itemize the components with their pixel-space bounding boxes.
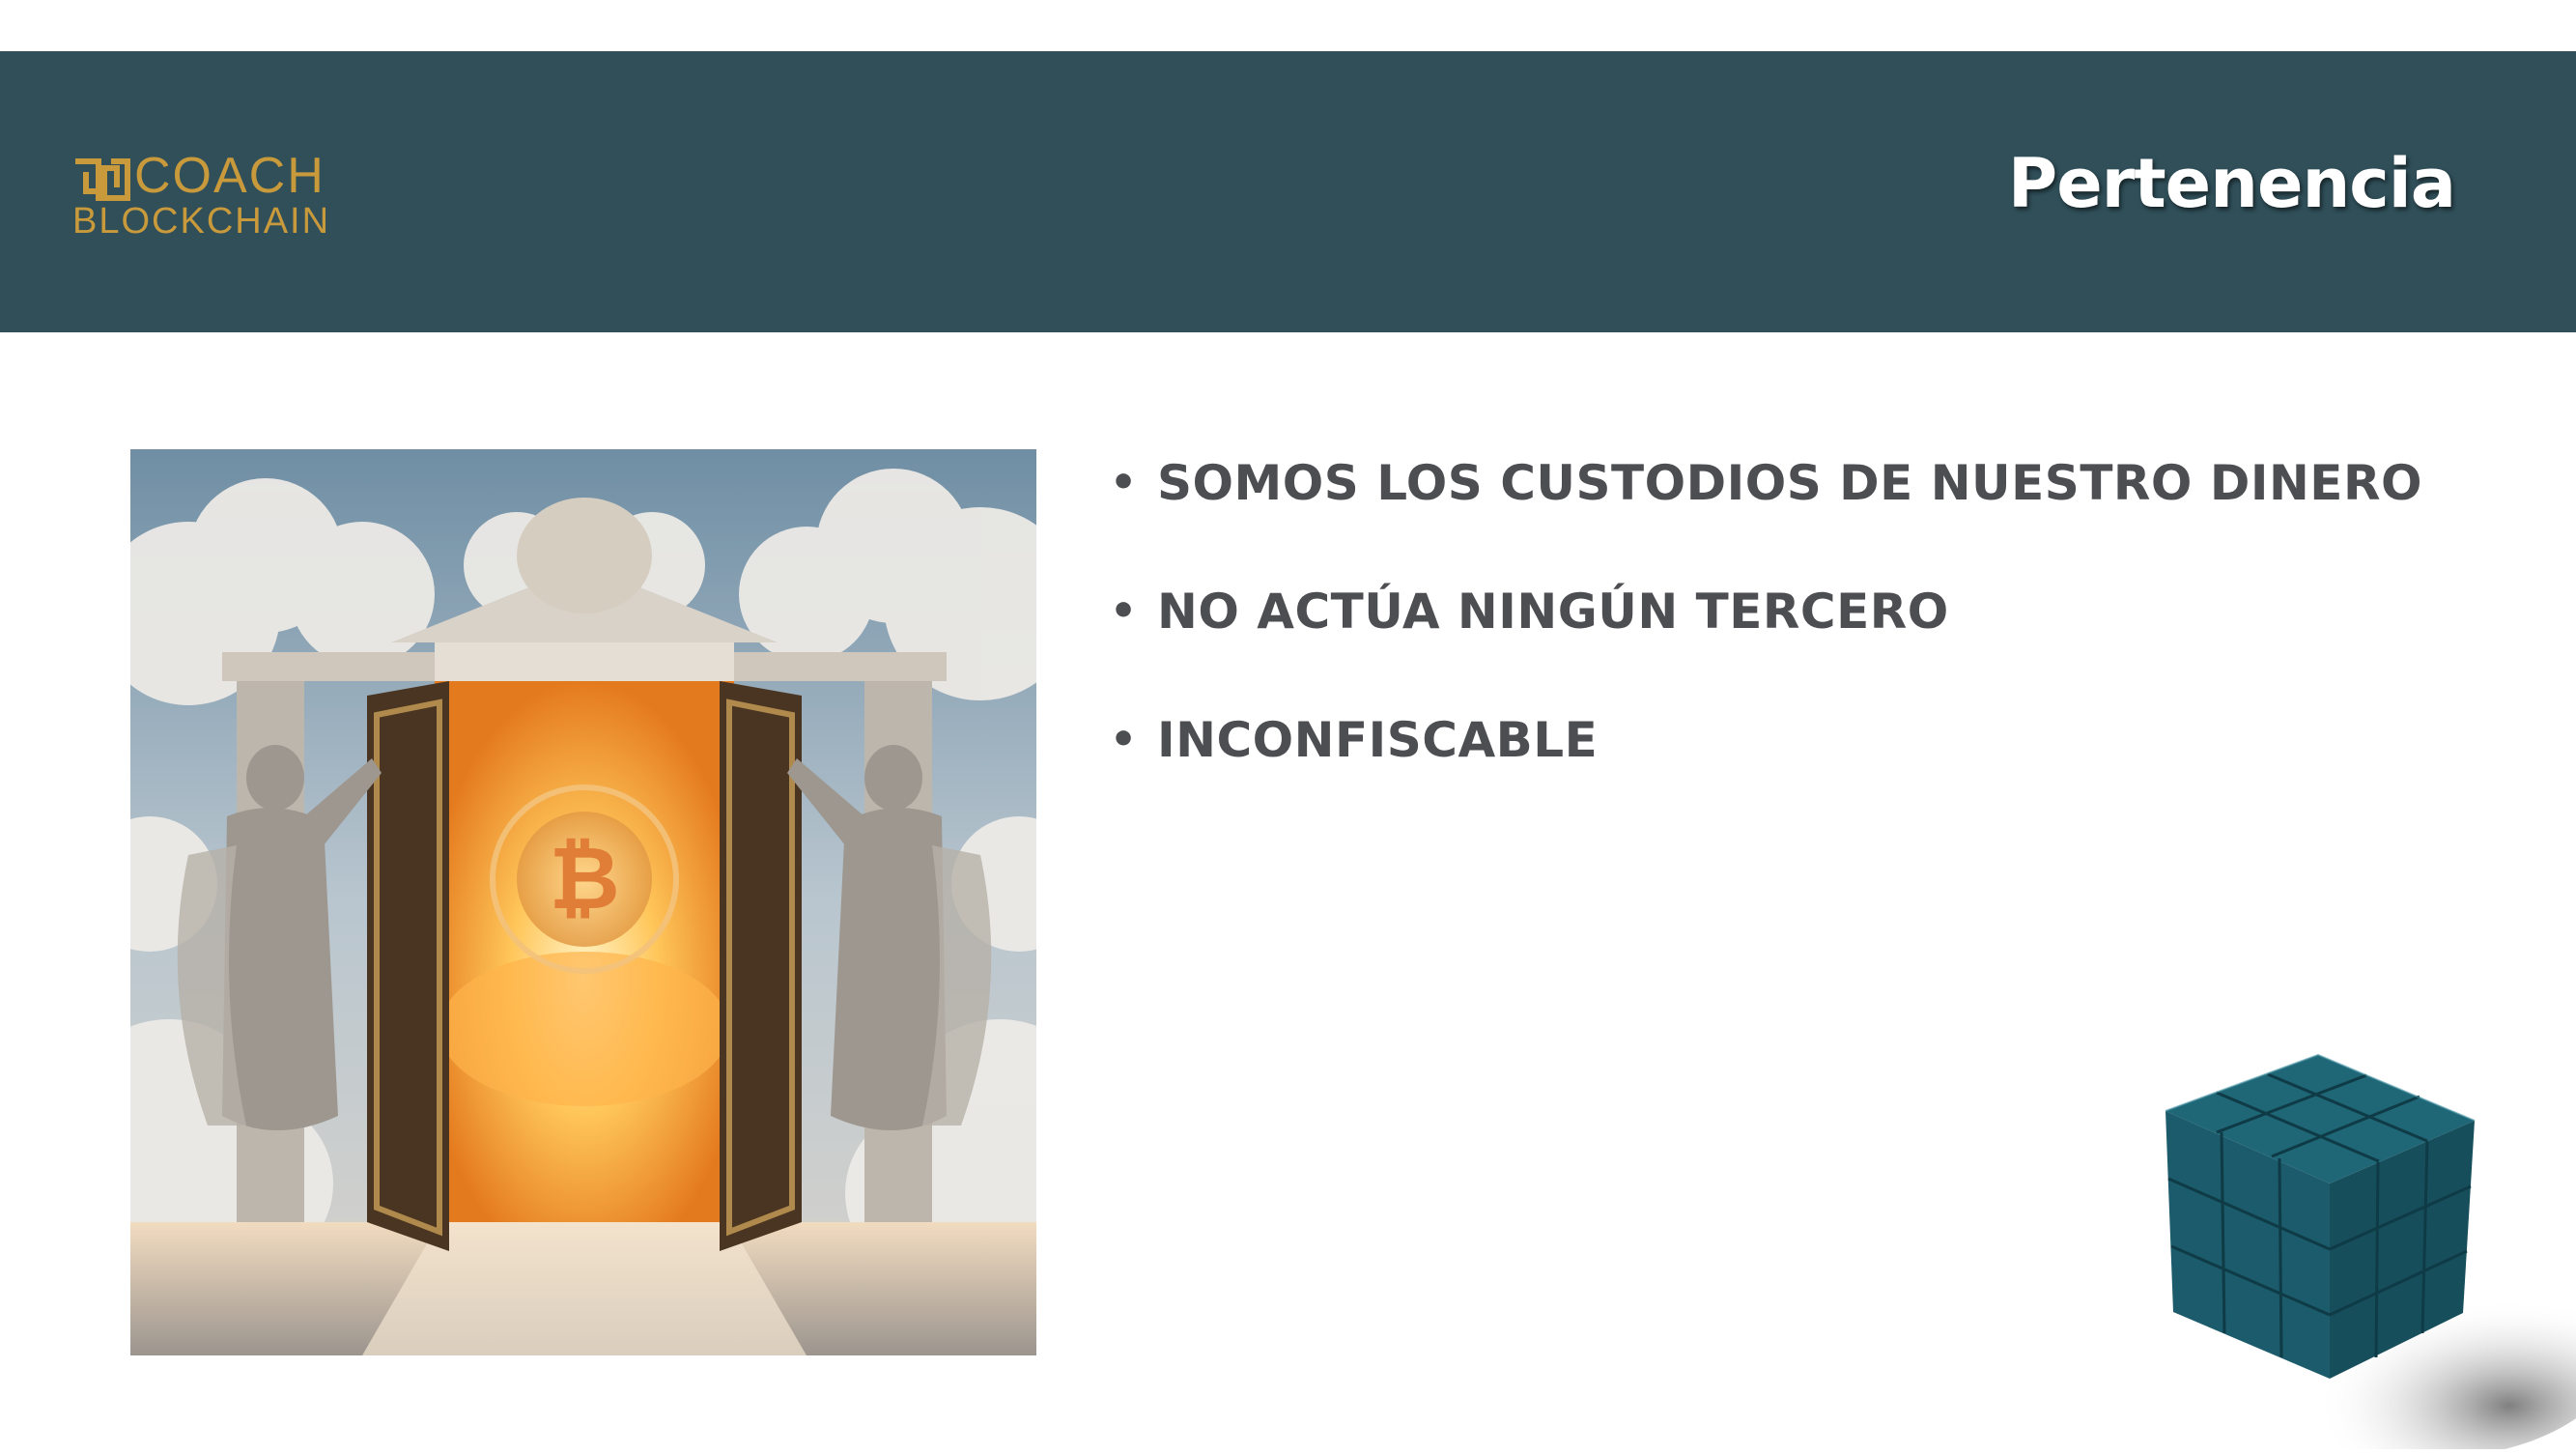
coach-blockchain-mark-icon [75,158,130,201]
teal-cube-graphic [2106,1039,2576,1454]
bullet-dot: • [1110,586,1138,636]
logo-text-blockchain: BLOCKCHAIN [72,201,331,242]
svg-text:₿: ₿ [549,828,619,929]
list-item: • INCONFISCABLE [1106,701,2422,830]
bullet-list: • SOMOS LOS CUSTODIOS DE NUESTRO DINERO … [1106,444,2422,830]
list-item: • NO ACTÚA NINGÚN TERCERO [1106,573,2422,701]
coach-blockchain-logo: COACH BLOCKCHAIN [72,151,353,242]
slide-title: Pertenencia [2007,144,2456,223]
list-item: • SOMOS LOS CUSTODIOS DE NUESTRO DINERO [1106,444,2422,573]
bullet-text: NO ACTÚA NINGÚN TERCERO [1157,584,1949,640]
heaven-gate-bitcoin-illustration: ₿ [130,449,1036,1355]
logo-text-coach: COACH [134,148,326,204]
bullet-text: SOMOS LOS CUSTODIOS DE NUESTRO DINERO [1157,455,2422,511]
bullet-dot: • [1110,458,1138,507]
bullet-dot: • [1110,715,1138,764]
bullet-text: INCONFISCABLE [1157,712,1599,768]
